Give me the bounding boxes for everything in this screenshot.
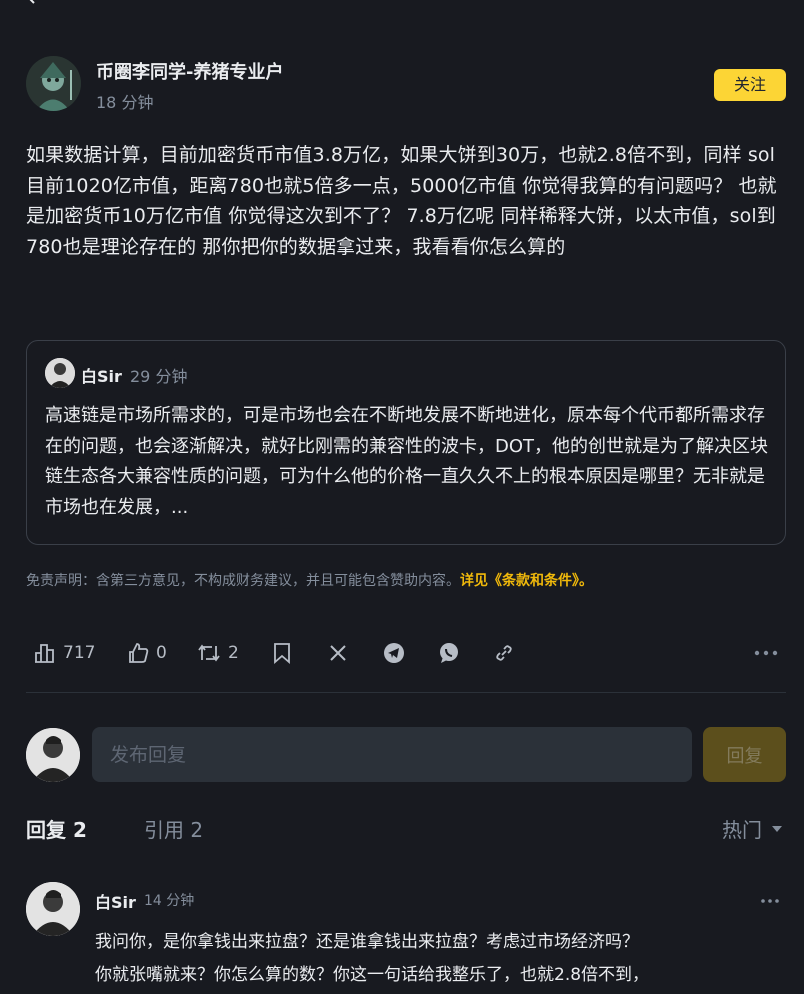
repost-button[interactable]: 2 xyxy=(197,636,239,670)
quoted-post-card[interactable]: 白Sir 29 分钟 高速链是市场所需求的，可是市场也会在不断地发展不断地进化，… xyxy=(26,340,786,545)
author-name[interactable]: 币圈李同学-养猪专业户 xyxy=(96,58,283,84)
views-icon xyxy=(34,642,56,664)
follow-button[interactable]: 关注 xyxy=(714,69,786,101)
comment-more-icon xyxy=(760,888,780,909)
more-options-button[interactable] xyxy=(754,636,778,670)
comment-line: 你就张嘴就来？你怎么算的数？你这一句话给我整乐了，也就2.8倍不到， xyxy=(95,965,650,985)
like-icon xyxy=(127,642,149,664)
like-button[interactable]: 0 xyxy=(127,636,167,670)
post-actions-bar: 717 0 2 xyxy=(26,636,786,670)
current-user-avatar xyxy=(26,728,80,782)
sort-label: 热门 xyxy=(722,818,762,842)
disclaimer: 免责声明：含第三方意见，不构成财务建议，并且可能包含赞助内容。详见《条款和条件》… xyxy=(26,570,593,590)
views-count: 717 xyxy=(63,643,96,663)
x-share-icon xyxy=(328,643,348,663)
copy-link-button[interactable] xyxy=(494,636,514,670)
post-timestamp: 18 分钟 xyxy=(96,93,154,112)
views-counter[interactable]: 717 xyxy=(34,636,95,670)
comment-timestamp: 14 分钟 xyxy=(144,893,195,909)
author-avatar[interactable] xyxy=(26,56,81,111)
comment-author-avatar[interactable] xyxy=(26,882,80,936)
repost-icon xyxy=(197,642,221,664)
quoted-post-body: 高速链是市场所需求的，可是市场也会在不断地发展不断地进化，原本每个代币都所需求存… xyxy=(45,405,769,518)
tab-quotes[interactable]: 引用 2 xyxy=(144,814,203,843)
share-telegram-button[interactable] xyxy=(383,636,405,670)
share-x-button[interactable] xyxy=(328,636,348,670)
share-whatsapp-button[interactable] xyxy=(438,636,460,670)
comment-author-name[interactable]: 白Sir xyxy=(95,889,136,913)
terms-link[interactable]: 详见《条款和条件》。 xyxy=(460,573,593,589)
tab-replies[interactable]: 回复 2 xyxy=(26,814,87,843)
like-count: 0 xyxy=(156,643,167,663)
caret-down-icon xyxy=(772,825,782,832)
comment-line: 我问你，是你拿钱出来拉盘？还是谁拿钱出来拉盘？考虑过市场经济吗？ xyxy=(95,932,639,952)
quoted-author-name: 白Sir xyxy=(81,367,122,386)
section-divider xyxy=(26,692,786,693)
reply-input[interactable] xyxy=(92,727,692,782)
comment-body: 我问你，是你拿钱出来拉盘？还是谁拿钱出来拉盘？考虑过市场经济吗？ 你就张嘴就来？… xyxy=(95,926,775,992)
bookmark-button[interactable] xyxy=(272,636,292,670)
comment-tabs: 回复 2 引用 2 热门 xyxy=(26,812,786,846)
quoted-author-avatar xyxy=(45,358,75,388)
whatsapp-icon xyxy=(438,642,460,664)
link-icon xyxy=(494,643,514,663)
reply-submit-button[interactable]: 回复 xyxy=(703,727,786,782)
quoted-post-timestamp: 29 分钟 xyxy=(130,367,188,386)
post-header: 币圈李同学-养猪专业户 18 分钟 关注 xyxy=(26,56,786,112)
repost-count: 2 xyxy=(228,643,239,663)
disclaimer-text: 免责声明：含第三方意见，不构成财务建议，并且可能包含赞助内容。 xyxy=(26,573,460,589)
back-arrow-icon[interactable] xyxy=(22,0,42,6)
telegram-icon xyxy=(383,642,405,664)
bookmark-icon xyxy=(272,642,292,664)
sort-dropdown[interactable]: 热门 xyxy=(722,814,782,843)
comment-more-button[interactable] xyxy=(760,888,780,909)
post-body: 如果数据计算，目前加密货币市值3.8万亿，如果大饼到30万，也就2.8倍不到，同… xyxy=(26,144,777,258)
more-icon xyxy=(754,649,778,657)
